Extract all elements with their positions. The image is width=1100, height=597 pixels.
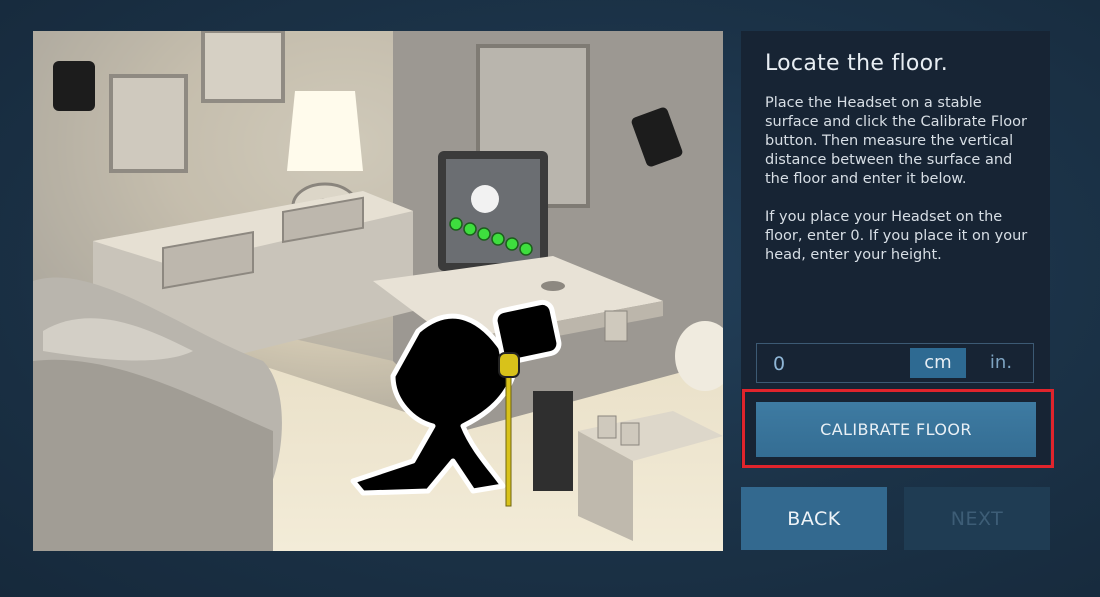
instructions-paragraph-1: Place the Headset on a stable surface an… bbox=[765, 95, 1027, 187]
height-input[interactable] bbox=[757, 344, 925, 384]
instructions-paragraph-2: If you place your Headset on the floor, … bbox=[765, 209, 1028, 263]
back-button[interactable]: BACK bbox=[741, 487, 887, 550]
calibrate-floor-button[interactable]: CALIBRATE FLOOR bbox=[756, 402, 1036, 457]
unit-inches-toggle[interactable]: in. bbox=[973, 348, 1029, 378]
room-illustration bbox=[33, 31, 723, 551]
height-measurement-field: cm in. bbox=[756, 343, 1034, 384]
calibrate-highlight-box: CALIBRATE FLOOR bbox=[742, 389, 1054, 468]
panel-title: Locate the floor. bbox=[765, 51, 949, 76]
unit-cm-toggle[interactable]: cm bbox=[910, 348, 966, 378]
next-button[interactable]: NEXT bbox=[904, 487, 1050, 550]
instructions-panel: Locate the floor. Place the Headset on a… bbox=[741, 31, 1054, 468]
instructions-text: Place the Headset on a stable surface an… bbox=[765, 94, 1030, 284]
